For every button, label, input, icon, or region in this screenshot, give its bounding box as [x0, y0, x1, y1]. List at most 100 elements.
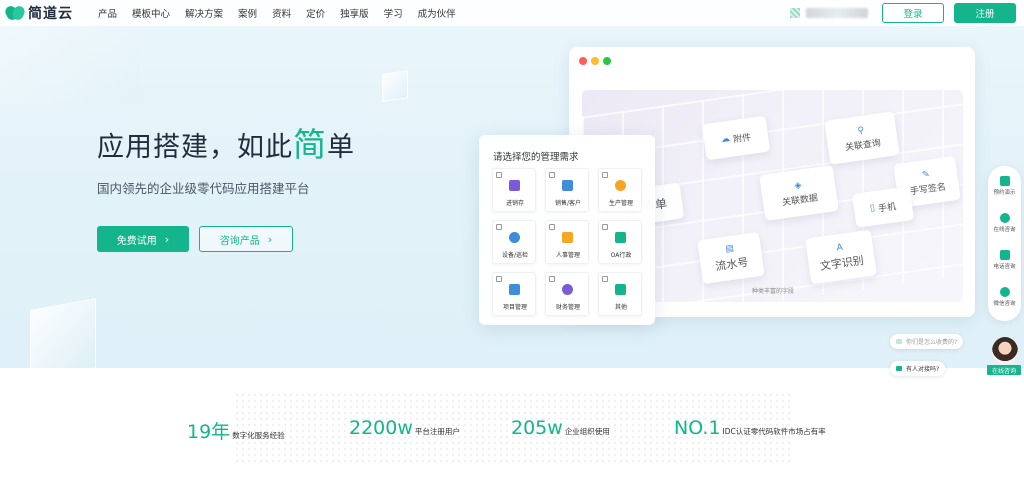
- wechat-icon: [999, 287, 1010, 297]
- side-label: 在线咨询: [993, 227, 1016, 233]
- canvas-note: 种类丰富的字段: [752, 288, 795, 295]
- checkbox[interactable]: [602, 224, 608, 230]
- tile-ocr: A 文字识别: [805, 229, 877, 285]
- tile-signature-label: 手写签名: [909, 181, 947, 197]
- stat-orgs: 205w 企业组织使用: [511, 417, 610, 439]
- consult-product-button[interactable]: 咨询产品 ›: [199, 226, 293, 252]
- menu-item-pricing[interactable]: 定价: [306, 6, 325, 20]
- menu-item-private[interactable]: 独享版: [340, 6, 369, 20]
- option-label: 销售/客户: [554, 200, 582, 207]
- logo-text: 简道云: [28, 6, 73, 22]
- tile-relation-data-label: 关联数据: [781, 192, 819, 208]
- option-other[interactable]: 其他: [598, 272, 642, 316]
- stat-label: 企业组织使用: [564, 427, 610, 436]
- document-icon: [615, 232, 626, 243]
- hero-title: 应用搭建，如此简单: [97, 118, 355, 166]
- stat-years: 19年 数字化服务经验: [187, 417, 285, 444]
- checkbox[interactable]: [549, 276, 555, 282]
- checkbox[interactable]: [602, 172, 608, 178]
- free-trial-label: 免费试用: [116, 235, 157, 247]
- database-icon: ◈: [793, 180, 803, 192]
- option-label: OA行政: [610, 252, 632, 259]
- chat-human-bubble[interactable]: 有人对接吗?: [890, 361, 946, 376]
- side-item-demo[interactable]: 预约演示: [988, 176, 1021, 196]
- hero-title-prefix: 应用搭建，如此: [97, 132, 293, 163]
- option-inventory[interactable]: 进销存: [492, 168, 536, 212]
- chat-question-bubble[interactable]: 你们是怎么收费的?: [890, 334, 964, 349]
- checkbox[interactable]: [496, 224, 502, 230]
- register-button[interactable]: 注册: [954, 3, 1016, 23]
- side-item-wechat[interactable]: 微信咨询: [988, 287, 1021, 307]
- menu-item-learn[interactable]: 学习: [384, 6, 403, 20]
- chat-icon: [896, 339, 902, 344]
- side-item-phone[interactable]: 电话咨询: [988, 250, 1021, 270]
- option-sales[interactable]: 销售/客户: [545, 168, 589, 212]
- option-oa[interactable]: OA行政: [598, 220, 642, 264]
- phone-icon: ▯: [869, 203, 876, 214]
- window-controls: [579, 57, 615, 65]
- side-label: 预约演示: [993, 190, 1016, 196]
- more-icon: [615, 284, 626, 295]
- maximize-dot-icon: [603, 57, 611, 65]
- pen-icon: ✎: [921, 169, 931, 181]
- side-toolbar: 预约演示 在线咨询 电话咨询 微信咨询: [988, 166, 1021, 321]
- menu-item-partner[interactable]: 成为伙伴: [418, 6, 456, 20]
- finance-icon: [562, 284, 573, 295]
- checkbox[interactable]: [549, 224, 555, 230]
- checkbox[interactable]: [549, 172, 555, 178]
- online-consult-badge[interactable]: 在线咨询: [987, 365, 1021, 375]
- menu-item-product[interactable]: 产品: [98, 6, 117, 20]
- decor-cube-corner: [0, 24, 140, 104]
- close-dot-icon: [579, 57, 587, 65]
- checkbox[interactable]: [602, 276, 608, 282]
- chat-question-text: 你们是怎么收费的?: [906, 339, 958, 346]
- hero-subtitle: 国内领先的企业级零代码应用搭建平台: [97, 181, 310, 196]
- menu-item-cases[interactable]: 案例: [238, 6, 257, 20]
- menu-item-resources[interactable]: 资料: [272, 6, 291, 20]
- stat-label: IDC认证零代码软件市场占有率: [722, 427, 826, 436]
- stat-users: 2200w 平台注册用户: [349, 417, 460, 439]
- checkbox[interactable]: [496, 172, 502, 178]
- tile-relation-query-label: 关联查询: [844, 137, 882, 153]
- chevron-right-icon: ›: [164, 232, 170, 246]
- option-finance[interactable]: 财务管理: [545, 272, 589, 316]
- logo-icon: [6, 6, 24, 20]
- side-item-online-chat[interactable]: 在线咨询: [988, 213, 1021, 233]
- option-hr[interactable]: 人事管理: [545, 220, 589, 264]
- serial-number-icon: ▤: [724, 243, 735, 255]
- decor-cube-small: [382, 70, 408, 102]
- stat-number: 19年: [187, 421, 231, 443]
- option-label: 财务管理: [555, 304, 580, 311]
- agent-avatar[interactable]: [992, 337, 1018, 365]
- side-label: 微信咨询: [993, 301, 1016, 307]
- tile-attachment-label: 附件: [732, 132, 752, 145]
- qr-code-icon[interactable]: [790, 8, 800, 18]
- stat-label: 平台注册用户: [414, 427, 460, 436]
- option-project[interactable]: 项目管理: [492, 272, 536, 316]
- option-production[interactable]: 生产管理: [598, 168, 642, 212]
- chevron-right-icon: ›: [267, 232, 273, 246]
- tile-serial-label: 流水号: [714, 255, 750, 274]
- login-button[interactable]: 登录: [882, 3, 944, 23]
- free-trial-button[interactable]: 免费试用 ›: [97, 226, 189, 252]
- side-label: 电话咨询: [993, 264, 1016, 270]
- tile-serial: ▤ 流水号: [697, 231, 765, 285]
- checkbox[interactable]: [496, 276, 502, 282]
- main-menu: 产品 模板中心 解决方案 案例 资料 定价 独享版 学习 成为伙伴: [98, 6, 471, 20]
- consult-product-label: 咨询产品: [219, 235, 260, 247]
- stat-number: 205w: [511, 417, 563, 439]
- needs-options: 进销存 销售/客户 生产管理 设备/巡检 人事管理 OA行政 项目管理 财务管理…: [492, 168, 644, 316]
- option-equipment[interactable]: 设备/巡检: [492, 220, 536, 264]
- tile-ocr-label: 文字识别: [819, 253, 865, 273]
- gear-icon: [615, 180, 626, 191]
- magnifier-icon: [509, 232, 520, 243]
- project-folder-icon: [509, 284, 520, 295]
- needs-title: 请选择您的管理需求: [493, 152, 579, 163]
- menu-item-templates[interactable]: 模板中心: [132, 6, 170, 20]
- menu-item-solutions[interactable]: 解决方案: [185, 6, 223, 20]
- tile-phone-label: 手机: [877, 201, 897, 215]
- warehouse-icon: [509, 180, 520, 191]
- stat-number: NO.1: [674, 417, 721, 439]
- stat-rank: NO.1 IDC认证零代码软件市场占有率: [674, 417, 826, 439]
- brand-logo[interactable]: 简道云: [6, 3, 86, 23]
